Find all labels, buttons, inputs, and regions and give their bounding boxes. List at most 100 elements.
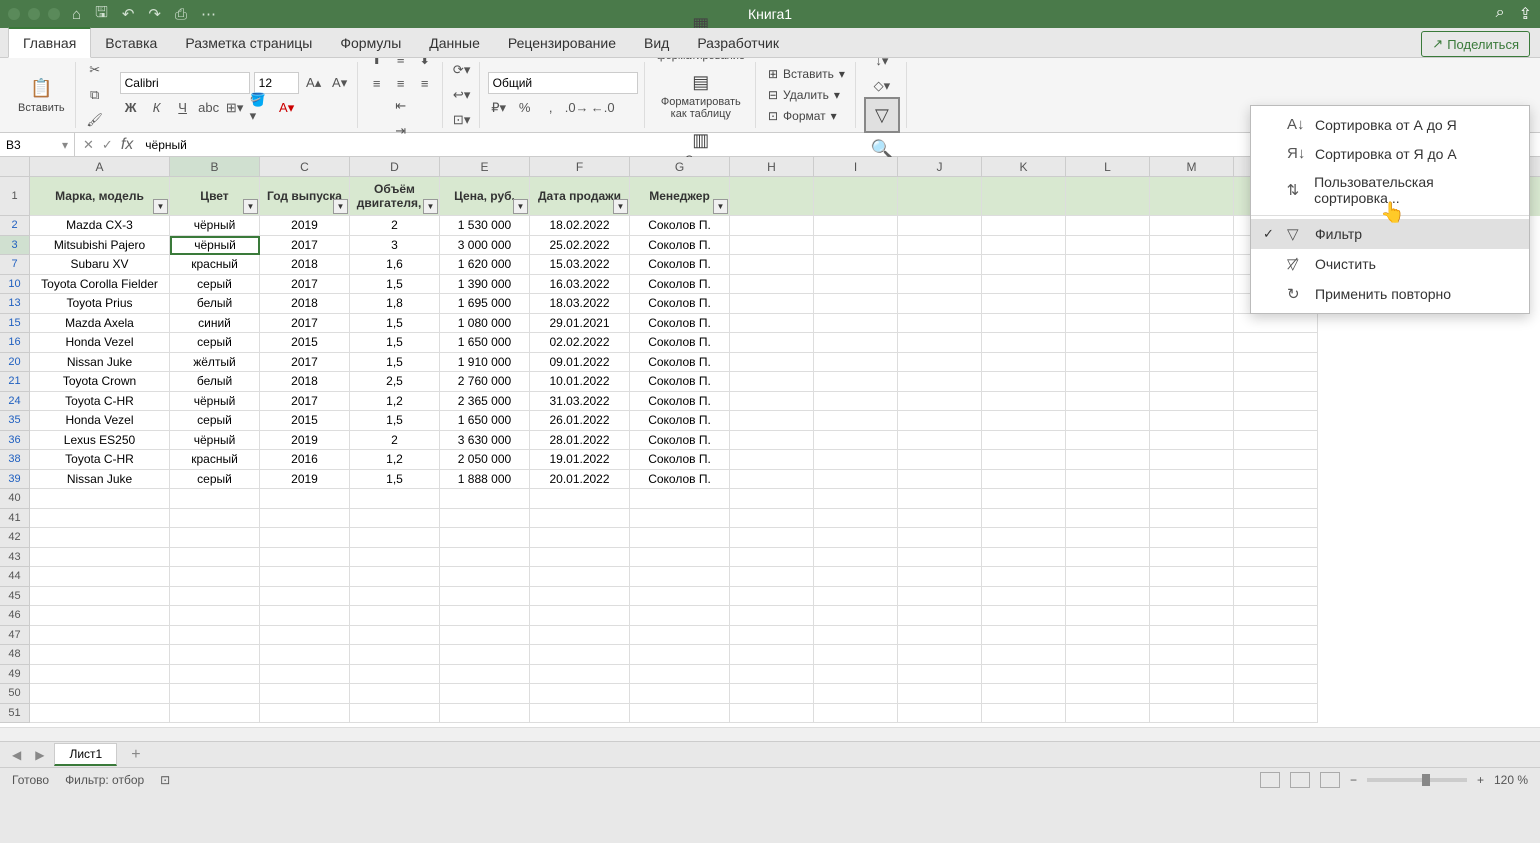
cell[interactable]: Соколов П.: [630, 255, 730, 275]
cell[interactable]: Mitsubishi Pajero: [30, 236, 170, 256]
cell[interactable]: [1234, 645, 1318, 665]
cell[interactable]: [814, 177, 898, 216]
cell[interactable]: Соколов П.: [630, 275, 730, 295]
strike-button[interactable]: abc: [198, 97, 220, 119]
cell[interactable]: [1066, 665, 1150, 685]
cell[interactable]: 3 000 000: [440, 236, 530, 256]
close-window[interactable]: [8, 8, 20, 20]
cell[interactable]: Соколов П.: [630, 294, 730, 314]
cell[interactable]: [898, 704, 982, 724]
cell[interactable]: [350, 704, 440, 724]
cell[interactable]: [898, 645, 982, 665]
cell[interactable]: [1066, 353, 1150, 373]
cell[interactable]: [1066, 626, 1150, 646]
cell[interactable]: [440, 606, 530, 626]
cell[interactable]: [440, 684, 530, 704]
italic-button[interactable]: К: [146, 97, 168, 119]
col-header-L[interactable]: L: [1066, 157, 1150, 176]
cell[interactable]: [1150, 372, 1234, 392]
cell[interactable]: [260, 704, 350, 724]
tab-view[interactable]: Вид: [630, 29, 683, 57]
filter-dropdown-icon[interactable]: ▼: [333, 199, 348, 214]
cell[interactable]: [170, 606, 260, 626]
cell[interactable]: [1066, 548, 1150, 568]
cell[interactable]: [530, 567, 630, 587]
cell[interactable]: [530, 548, 630, 568]
cell[interactable]: 2019: [260, 216, 350, 236]
row-header[interactable]: 21: [0, 372, 30, 392]
cell[interactable]: [982, 177, 1066, 216]
home-icon[interactable]: ⌂: [72, 6, 81, 23]
cell[interactable]: [730, 548, 814, 568]
col-header-G[interactable]: G: [630, 157, 730, 176]
col-header-A[interactable]: A: [30, 157, 170, 176]
cell[interactable]: [814, 294, 898, 314]
cell[interactable]: 2 760 000: [440, 372, 530, 392]
cell[interactable]: 2 365 000: [440, 392, 530, 412]
cell[interactable]: [1150, 645, 1234, 665]
cell[interactable]: [982, 431, 1066, 451]
cell[interactable]: [814, 626, 898, 646]
cell[interactable]: [730, 353, 814, 373]
cell[interactable]: [1150, 411, 1234, 431]
cell[interactable]: [898, 587, 982, 607]
cell[interactable]: Mazda Axela: [30, 314, 170, 334]
cell[interactable]: [898, 450, 982, 470]
cell[interactable]: 2: [350, 431, 440, 451]
zoom-out[interactable]: −: [1350, 773, 1357, 787]
share-icon[interactable]: ⇪: [1519, 4, 1532, 24]
cell[interactable]: [630, 704, 730, 724]
cell[interactable]: [898, 372, 982, 392]
cell[interactable]: [898, 489, 982, 509]
cell[interactable]: белый: [170, 372, 260, 392]
cell[interactable]: 1,6: [350, 255, 440, 275]
row-header[interactable]: 39: [0, 470, 30, 490]
cell[interactable]: [350, 587, 440, 607]
filter-dropdown-icon[interactable]: ▼: [513, 199, 528, 214]
cell[interactable]: [814, 314, 898, 334]
cell[interactable]: Toyota C-HR: [30, 392, 170, 412]
cell[interactable]: [814, 645, 898, 665]
cell[interactable]: [730, 431, 814, 451]
sheet-prev[interactable]: ◀: [8, 748, 25, 762]
cell[interactable]: 1 650 000: [440, 333, 530, 353]
normal-view-button[interactable]: [1260, 772, 1280, 788]
cell[interactable]: [1150, 528, 1234, 548]
cell[interactable]: 2019: [260, 470, 350, 490]
fill-color-button[interactable]: 🪣▾: [250, 97, 272, 119]
cell[interactable]: [1150, 587, 1234, 607]
cell[interactable]: [1234, 704, 1318, 724]
cell[interactable]: [530, 528, 630, 548]
row-header[interactable]: 42: [0, 528, 30, 548]
cell[interactable]: [898, 431, 982, 451]
cell[interactable]: [1066, 294, 1150, 314]
sort-za-item[interactable]: Я↓Сортировка от Я до А: [1251, 139, 1529, 168]
cell[interactable]: [730, 392, 814, 412]
cell[interactable]: [1066, 431, 1150, 451]
cell[interactable]: [630, 489, 730, 509]
cell[interactable]: [898, 606, 982, 626]
cell[interactable]: [1234, 353, 1318, 373]
cell[interactable]: [1066, 275, 1150, 295]
tab-data[interactable]: Данные: [415, 29, 494, 57]
cell[interactable]: [982, 684, 1066, 704]
cell[interactable]: 2019: [260, 431, 350, 451]
decrease-indent[interactable]: ⇤: [390, 95, 412, 117]
cell[interactable]: [1150, 177, 1234, 216]
row-header[interactable]: 43: [0, 548, 30, 568]
format-cells-button[interactable]: ⊡ Формат ▾: [764, 107, 849, 125]
cell[interactable]: 1 888 000: [440, 470, 530, 490]
cell[interactable]: [1150, 665, 1234, 685]
cell[interactable]: [530, 509, 630, 529]
cell[interactable]: [982, 704, 1066, 724]
borders-button[interactable]: ⊞▾: [224, 97, 246, 119]
cell[interactable]: [630, 626, 730, 646]
cell[interactable]: [898, 275, 982, 295]
cell[interactable]: 1,5: [350, 411, 440, 431]
table-header[interactable]: Объём двигателя, л▼: [350, 177, 440, 216]
cell[interactable]: 25.02.2022: [530, 236, 630, 256]
cell[interactable]: [440, 704, 530, 724]
cell[interactable]: 2 050 000: [440, 450, 530, 470]
cell[interactable]: [814, 411, 898, 431]
cell[interactable]: [260, 587, 350, 607]
